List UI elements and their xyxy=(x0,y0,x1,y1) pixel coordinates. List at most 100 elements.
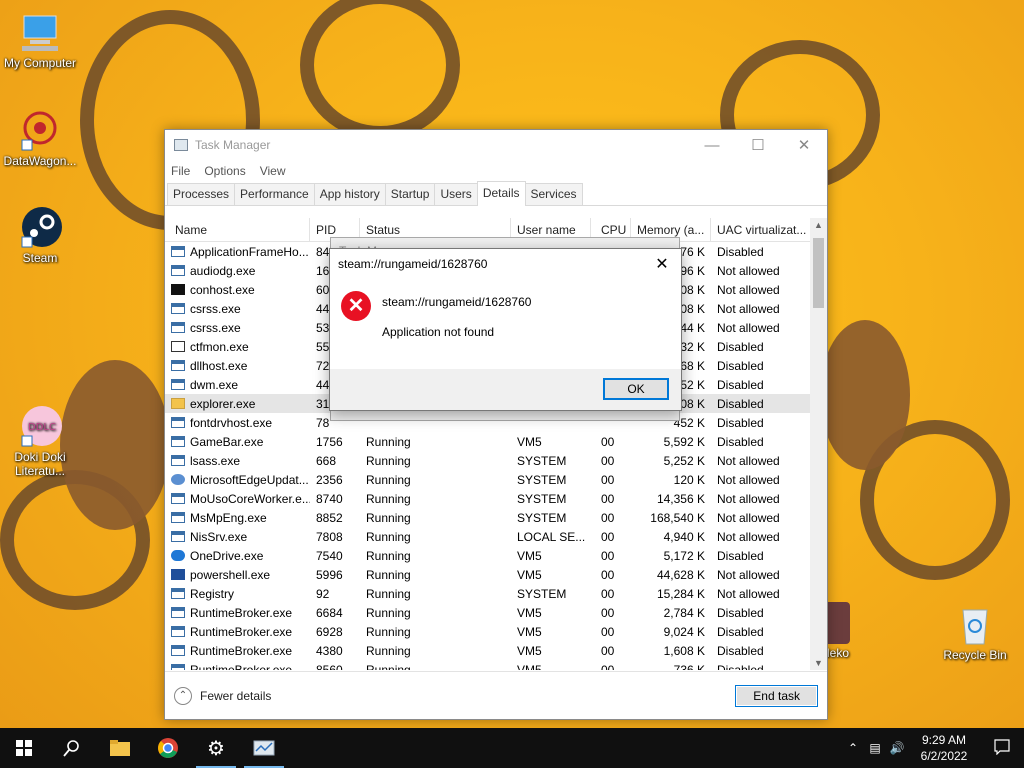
status-cell: Running xyxy=(366,643,411,658)
menu-file[interactable]: File xyxy=(171,164,190,178)
desktop-icon-steam[interactable]: Steam xyxy=(0,205,80,265)
taskbar-chrome[interactable] xyxy=(144,728,192,768)
menu-options[interactable]: Options xyxy=(204,164,245,178)
memory-cell: 168,540 K xyxy=(650,510,705,525)
chevron-up-icon[interactable]: ⌃ xyxy=(842,741,864,755)
scroll-down-icon[interactable]: ▼ xyxy=(810,658,827,668)
process-name-cell: NisSrv.exe xyxy=(165,530,310,544)
uac-cell: Disabled xyxy=(717,396,764,411)
tab-details[interactable]: Details xyxy=(476,181,526,206)
process-icon xyxy=(171,398,185,409)
maximize-button[interactable]: ☐ xyxy=(735,130,781,160)
process-name: lsass.exe xyxy=(190,453,241,468)
error-icon: ✕ xyxy=(341,291,371,321)
status-cell: Running xyxy=(366,434,411,449)
action-center-button[interactable] xyxy=(980,738,1024,758)
desktop-icon-datawagon[interactable]: DataWagon... xyxy=(0,108,80,168)
fewer-details-button[interactable]: ⌃ Fewer details xyxy=(174,686,271,705)
close-button[interactable]: ✕ xyxy=(781,130,827,160)
table-row[interactable]: Registry 92 Running SYSTEM 00 15,284 K Not all… xyxy=(165,584,827,603)
user-cell: SYSTEM xyxy=(517,510,567,525)
process-icon xyxy=(171,550,185,561)
menu-view[interactable]: View xyxy=(260,164,286,178)
desktop-icon-my-computer[interactable]: My Computer xyxy=(0,10,80,70)
tab-users[interactable]: Users xyxy=(434,183,478,205)
datawagon-icon xyxy=(18,108,62,152)
tab-strip: Processes Performance App history Startu… xyxy=(165,181,827,206)
table-row[interactable]: lsass.exe 668 Running SYSTEM 00 5,252 K Not al… xyxy=(165,451,827,470)
desktop-icon-recycle-bin[interactable]: Recycle Bin xyxy=(935,602,1015,662)
dialog-close-icon[interactable]: ✕ xyxy=(643,254,681,274)
pid-cell: 668 xyxy=(316,453,337,468)
uac-cell: Not allowed xyxy=(717,472,780,487)
desktop-icon-doki-doki[interactable]: DDLC Doki Doki Literatu... xyxy=(0,404,80,478)
cpu-cell: 00 xyxy=(601,586,615,601)
ok-button[interactable]: OK xyxy=(603,378,669,400)
table-row[interactable]: RuntimeBroker.exe 6684 Running VM5 00 2,784 K… xyxy=(165,603,827,622)
task-manager-window: Task Manager — ☐ ✕ File Options View Pro… xyxy=(164,129,828,720)
clock[interactable]: 9:29 AM 6/2/2022 xyxy=(908,732,980,764)
volume-icon[interactable]: 🔊 xyxy=(886,741,908,755)
taskbar-settings[interactable]: ⚙ xyxy=(192,728,240,768)
table-row[interactable]: RuntimeBroker.exe 4380 Running VM5 00 1,608 K… xyxy=(165,641,827,660)
process-name-cell: GameBar.exe xyxy=(165,435,310,449)
table-row[interactable]: MsMpEng.exe 8852 Running SYSTEM 00 168,540 K N… xyxy=(165,508,827,527)
tab-performance[interactable]: Performance xyxy=(234,183,315,205)
process-name: fontdrvhost.exe xyxy=(190,415,273,430)
network-icon[interactable]: ▤ xyxy=(864,741,886,755)
dialog-titlebar[interactable]: steam://rungameid/1628760 ✕ xyxy=(330,249,681,279)
status-cell: Running xyxy=(366,491,411,506)
table-row[interactable]: MoUsoCoreWorker.e... 8740 Running SYSTEM 00 1… xyxy=(165,489,827,508)
table-row[interactable]: OneDrive.exe 7540 Running VM5 00 5,172 K Disab… xyxy=(165,546,827,565)
user-cell: SYSTEM xyxy=(517,491,567,506)
scroll-up-icon[interactable]: ▲ xyxy=(810,220,827,230)
process-icon xyxy=(171,379,185,390)
minimize-button[interactable]: — xyxy=(689,130,735,160)
process-icon xyxy=(171,265,185,276)
uac-cell: Not allowed xyxy=(717,263,780,278)
taskbar-file-explorer[interactable] xyxy=(96,728,144,768)
status-cell: Running xyxy=(366,624,411,639)
process-icon xyxy=(171,588,185,599)
table-row[interactable]: NisSrv.exe 7808 Running LOCAL SE... 00 4,940 … xyxy=(165,527,827,546)
notification-icon xyxy=(994,738,1010,755)
process-name: audiodg.exe xyxy=(190,263,256,278)
pid-cell: 5996 xyxy=(316,567,343,582)
process-name: conhost.exe xyxy=(190,282,255,297)
table-row[interactable]: powershell.exe 5996 Running VM5 00 44,628 K No… xyxy=(165,565,827,584)
scrollbar-thumb[interactable] xyxy=(813,238,824,308)
user-cell: SYSTEM xyxy=(517,586,567,601)
process-icon xyxy=(171,322,185,333)
vertical-scrollbar[interactable]: ▲ ▼ xyxy=(810,218,827,670)
process-icon xyxy=(171,455,185,466)
uac-cell: Not allowed xyxy=(717,282,780,297)
tab-services[interactable]: Services xyxy=(524,183,583,205)
tab-processes[interactable]: Processes xyxy=(167,183,236,205)
table-row[interactable]: RuntimeBroker.exe 8560 Running VM5 00 736 K Di… xyxy=(165,660,827,670)
menu-bar: File Options View xyxy=(165,160,827,182)
search-button[interactable] xyxy=(48,728,96,768)
pid-cell: 8560 xyxy=(316,662,343,671)
column-uac-virtualization[interactable]: UAC virtualizat... xyxy=(711,218,811,241)
table-row[interactable]: MicrosoftEdgeUpdat... 2356 Running SYSTEM 00… xyxy=(165,470,827,489)
table-row[interactable]: GameBar.exe 1756 Running VM5 00 5,592 K Disabl… xyxy=(165,432,827,451)
tab-app-history[interactable]: App history xyxy=(313,183,386,205)
status-cell: Running xyxy=(366,567,411,582)
uac-cell: Disabled xyxy=(717,605,764,620)
svg-text:DDLC: DDLC xyxy=(28,422,56,433)
desktop-icon-label: Steam xyxy=(22,251,58,265)
table-row[interactable]: RuntimeBroker.exe 6928 Running VM5 00 9,024 K… xyxy=(165,622,827,641)
process-icon xyxy=(171,531,185,542)
memory-cell: 5,592 K xyxy=(663,434,705,449)
start-button[interactable] xyxy=(0,728,48,768)
task-manager-titlebar[interactable]: Task Manager — ☐ ✕ xyxy=(165,130,827,160)
process-name-cell: fontdrvhost.exe xyxy=(165,416,310,430)
uac-cell: Not allowed xyxy=(717,491,780,506)
process-name-cell: dllhost.exe xyxy=(165,359,310,373)
taskbar-task-manager[interactable] xyxy=(240,728,288,768)
end-task-button[interactable]: End task xyxy=(735,684,818,707)
minimize-icon: — xyxy=(704,136,720,154)
tab-startup[interactable]: Startup xyxy=(384,183,436,205)
uac-cell: Disabled xyxy=(717,434,764,449)
memory-cell: 14,356 K xyxy=(656,491,705,506)
